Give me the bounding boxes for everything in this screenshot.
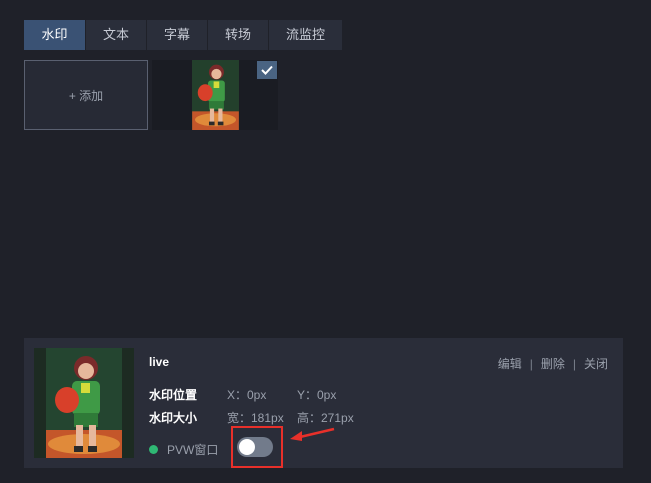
watermark-thumbnail[interactable] (152, 60, 278, 130)
action-separator: | (529, 356, 533, 371)
watermark-detail-card: live 编辑 | 删除 | 关闭 水印位置 X：0px Y：0px 水印大小 … (24, 338, 623, 468)
pvw-window-row: PVW窗口 (149, 441, 218, 458)
action-separator: | (572, 356, 576, 371)
delete-link[interactable]: 删除 (541, 355, 565, 372)
height-value: 高：271px (297, 411, 354, 425)
tab-subtitle[interactable]: 字幕 (147, 20, 208, 50)
tab-watermark[interactable]: 水印 (24, 20, 86, 50)
checkmark-icon (257, 61, 277, 79)
annotation-arrow-icon (290, 427, 335, 441)
toggle-knob (239, 439, 255, 455)
tab-transition[interactable]: 转场 (208, 20, 269, 50)
tab-text[interactable]: 文本 (86, 20, 147, 50)
position-label: 水印位置 (149, 388, 198, 402)
close-link[interactable]: 关闭 (584, 355, 608, 372)
position-row: 水印位置 X：0px Y：0px (149, 386, 336, 403)
size-label: 水印大小 (149, 411, 198, 425)
position-x-value: X：0px (227, 388, 267, 402)
tab-stream-monitor[interactable]: 流监控 (269, 20, 342, 50)
watermark-actions: 编辑 | 删除 | 关闭 (498, 355, 608, 372)
watermark-preview-image (192, 60, 239, 130)
status-dot-icon (149, 445, 158, 454)
pvw-toggle-switch[interactable] (237, 437, 273, 457)
watermark-name: live (149, 355, 170, 369)
size-row: 水印大小 宽：181px 高：271px (149, 409, 354, 426)
add-label: + 添加 (68, 88, 104, 103)
add-watermark-button[interactable]: + 添加 (24, 60, 148, 130)
edit-link[interactable]: 编辑 (498, 355, 522, 372)
watermark-card-image (34, 348, 134, 458)
tab-bar: 水印 文本 字幕 转场 流监控 (24, 20, 342, 50)
position-y-value: Y：0px (297, 388, 337, 402)
width-value: 宽：181px (227, 411, 284, 425)
pvw-label: PVW窗口 (167, 443, 219, 457)
